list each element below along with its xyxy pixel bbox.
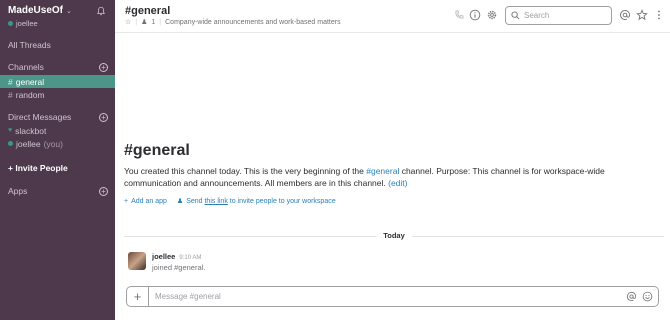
dm-section-header[interactable]: Direct Messages + — [8, 112, 108, 122]
more-options-icon[interactable] — [653, 9, 665, 21]
message-item[interactable]: joellee 9:10 AM joined #general. — [128, 252, 205, 272]
add-dm-icon[interactable]: + — [99, 112, 108, 122]
mention-icon[interactable] — [619, 9, 631, 21]
invite-link-row: ♟ Send this link to invite people to you… — [176, 197, 336, 206]
edit-purpose-link[interactable]: (edit) — [388, 178, 407, 188]
presence-dot-icon — [8, 21, 13, 26]
divider: | — [159, 18, 162, 26]
gear-icon[interactable] — [486, 9, 498, 21]
add-channel-icon[interactable]: + — [99, 62, 108, 72]
add-app-label: Add an app — [131, 197, 167, 205]
sidebar-item-joellee[interactable]: joellee (you) — [0, 137, 115, 150]
apps-section-header[interactable]: Apps + — [8, 186, 108, 196]
intro-text: You created this channel today. This is … — [124, 165, 659, 189]
intro-title: #general — [124, 142, 190, 159]
message-body: joellee 9:10 AM joined #general. — [152, 252, 205, 272]
add-app-icon[interactable]: + — [99, 186, 108, 196]
presence-dot-icon — [8, 141, 13, 146]
bell-icon[interactable] — [96, 6, 106, 16]
send-prefix: Send — [186, 197, 205, 205]
message-author[interactable]: joellee — [152, 252, 175, 261]
search-icon — [511, 11, 520, 20]
member-icon[interactable]: ♟ — [141, 18, 147, 26]
star-icon[interactable] — [636, 9, 648, 21]
phone-icon[interactable] — [453, 9, 465, 21]
attach-plus-button[interactable]: + — [127, 287, 149, 306]
search-box[interactable] — [505, 6, 612, 25]
channel-intro: #general You created this channel today.… — [124, 142, 664, 205]
divider: | — [135, 18, 138, 26]
chevron-down-icon[interactable]: ⌄ — [66, 7, 72, 15]
invite-people-button[interactable]: + Invite People — [8, 163, 68, 173]
invite-link[interactable]: this link — [204, 198, 227, 205]
plus-icon: + — [8, 163, 13, 173]
current-user-name: joellee — [16, 19, 38, 28]
dm-name: joellee — [16, 138, 41, 149]
info-icon[interactable] — [469, 9, 481, 21]
emoji-icon[interactable] — [642, 291, 653, 302]
invite-people-label: Invite People — [15, 163, 68, 173]
channels-section-header[interactable]: Channels + — [8, 62, 108, 72]
channel-topic[interactable]: Company-wide announcements and work-base… — [165, 19, 340, 26]
dm-name: slackbot — [15, 125, 47, 136]
message-text: joined #general. — [152, 263, 206, 272]
channel-title: #general — [125, 5, 171, 17]
intro-actions: + Add an app ♟ Send this link to invite … — [124, 197, 664, 206]
intro-text-part1: You created this channel today. This is … — [124, 166, 367, 176]
dm-label[interactable]: Direct Messages — [8, 112, 71, 122]
message-timestamp[interactable]: 9:10 AM — [179, 255, 201, 261]
sidebar-item-slackbot[interactable]: ♥ slackbot — [0, 124, 115, 137]
sidebar-item-general[interactable]: # general — [0, 75, 115, 88]
send-suffix: to invite people to your workspace — [227, 197, 336, 205]
sidebar-item-all-threads[interactable]: All Threads — [0, 38, 115, 51]
day-label[interactable]: Today — [376, 231, 412, 240]
channels-label[interactable]: Channels — [8, 62, 44, 72]
hash-icon: # — [8, 76, 13, 87]
channel-name: general — [15, 76, 45, 87]
person-icon: ♟ — [176, 198, 184, 205]
all-threads-label: All Threads — [8, 39, 51, 50]
avatar[interactable] — [128, 252, 146, 270]
message-composer: + — [126, 286, 659, 307]
message-header: joellee 9:10 AM — [152, 252, 205, 261]
member-count[interactable]: 1 — [151, 19, 155, 26]
channel-name: random — [15, 89, 45, 100]
plus-icon: + — [124, 197, 129, 205]
hash-icon: # — [8, 89, 13, 100]
apps-label[interactable]: Apps — [8, 186, 27, 196]
channel-header: #general ☆ | ♟ 1 | Company-wide announce… — [115, 0, 670, 33]
channel-meta: ☆ | ♟ 1 | Company-wide announcements and… — [125, 18, 341, 27]
channel-link[interactable]: #general — [366, 166, 399, 176]
team-menu[interactable]: MadeUseOf ⌄ joellee — [8, 5, 72, 28]
team-name[interactable]: MadeUseOf — [8, 5, 63, 16]
sidebar: MadeUseOf ⌄ joellee All Threads Channels… — [0, 0, 115, 320]
heart-icon: ♥ — [8, 127, 13, 134]
add-app-button[interactable]: + Add an app — [124, 197, 167, 205]
you-suffix: (you) — [43, 138, 63, 149]
sidebar-item-random[interactable]: # random — [0, 88, 115, 101]
star-icon[interactable]: ☆ — [125, 18, 131, 26]
search-input[interactable] — [524, 11, 604, 20]
mention-icon[interactable] — [626, 291, 637, 302]
day-divider: Today — [124, 231, 664, 241]
message-input[interactable] — [149, 292, 626, 301]
